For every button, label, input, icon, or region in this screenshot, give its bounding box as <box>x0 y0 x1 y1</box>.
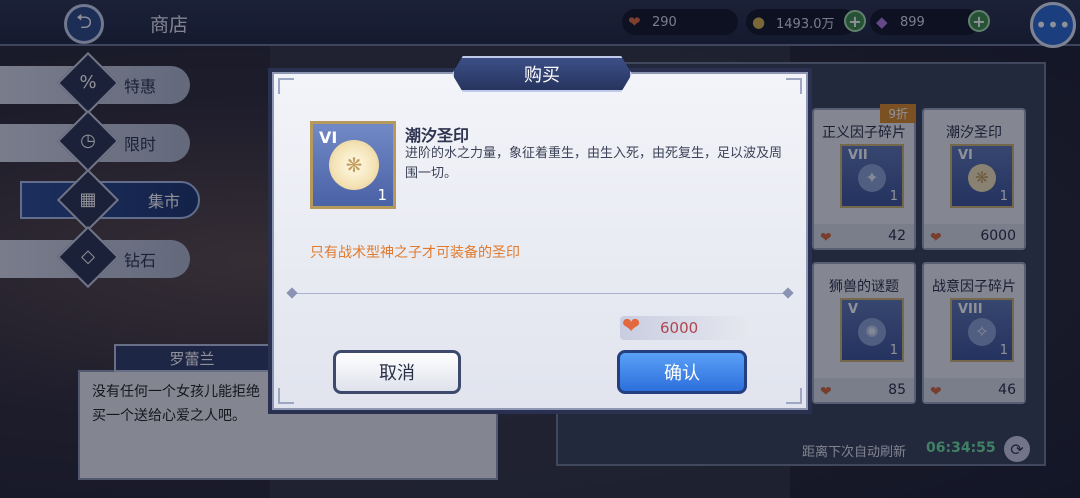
item-restriction-note: 只有战术型神之子才可装备的圣印 <box>310 245 520 261</box>
dialog-title: 购买 <box>452 56 632 92</box>
confirm-button[interactable]: 确认 <box>617 350 747 394</box>
dialog-corner-ornament <box>278 78 294 94</box>
dialog-divider <box>290 293 790 294</box>
dialog-corner-ornament <box>786 78 802 94</box>
heart-icon: ❤ <box>622 314 641 339</box>
dialog-item-icon: VI ❋ 1 <box>310 121 396 209</box>
item-description: 进阶的水之力量，象征着重生，由生入死，由死复生，足以波及周围一切。 <box>405 146 783 181</box>
item-count: 1 <box>377 186 387 204</box>
dialog-corner-ornament <box>278 388 294 404</box>
dialog-corner-ornament <box>786 388 802 404</box>
seal-orb-icon: ❋ <box>329 140 379 190</box>
item-name: 潮汐圣印 <box>405 126 470 145</box>
cancel-button[interactable]: 取消 <box>333 350 461 394</box>
